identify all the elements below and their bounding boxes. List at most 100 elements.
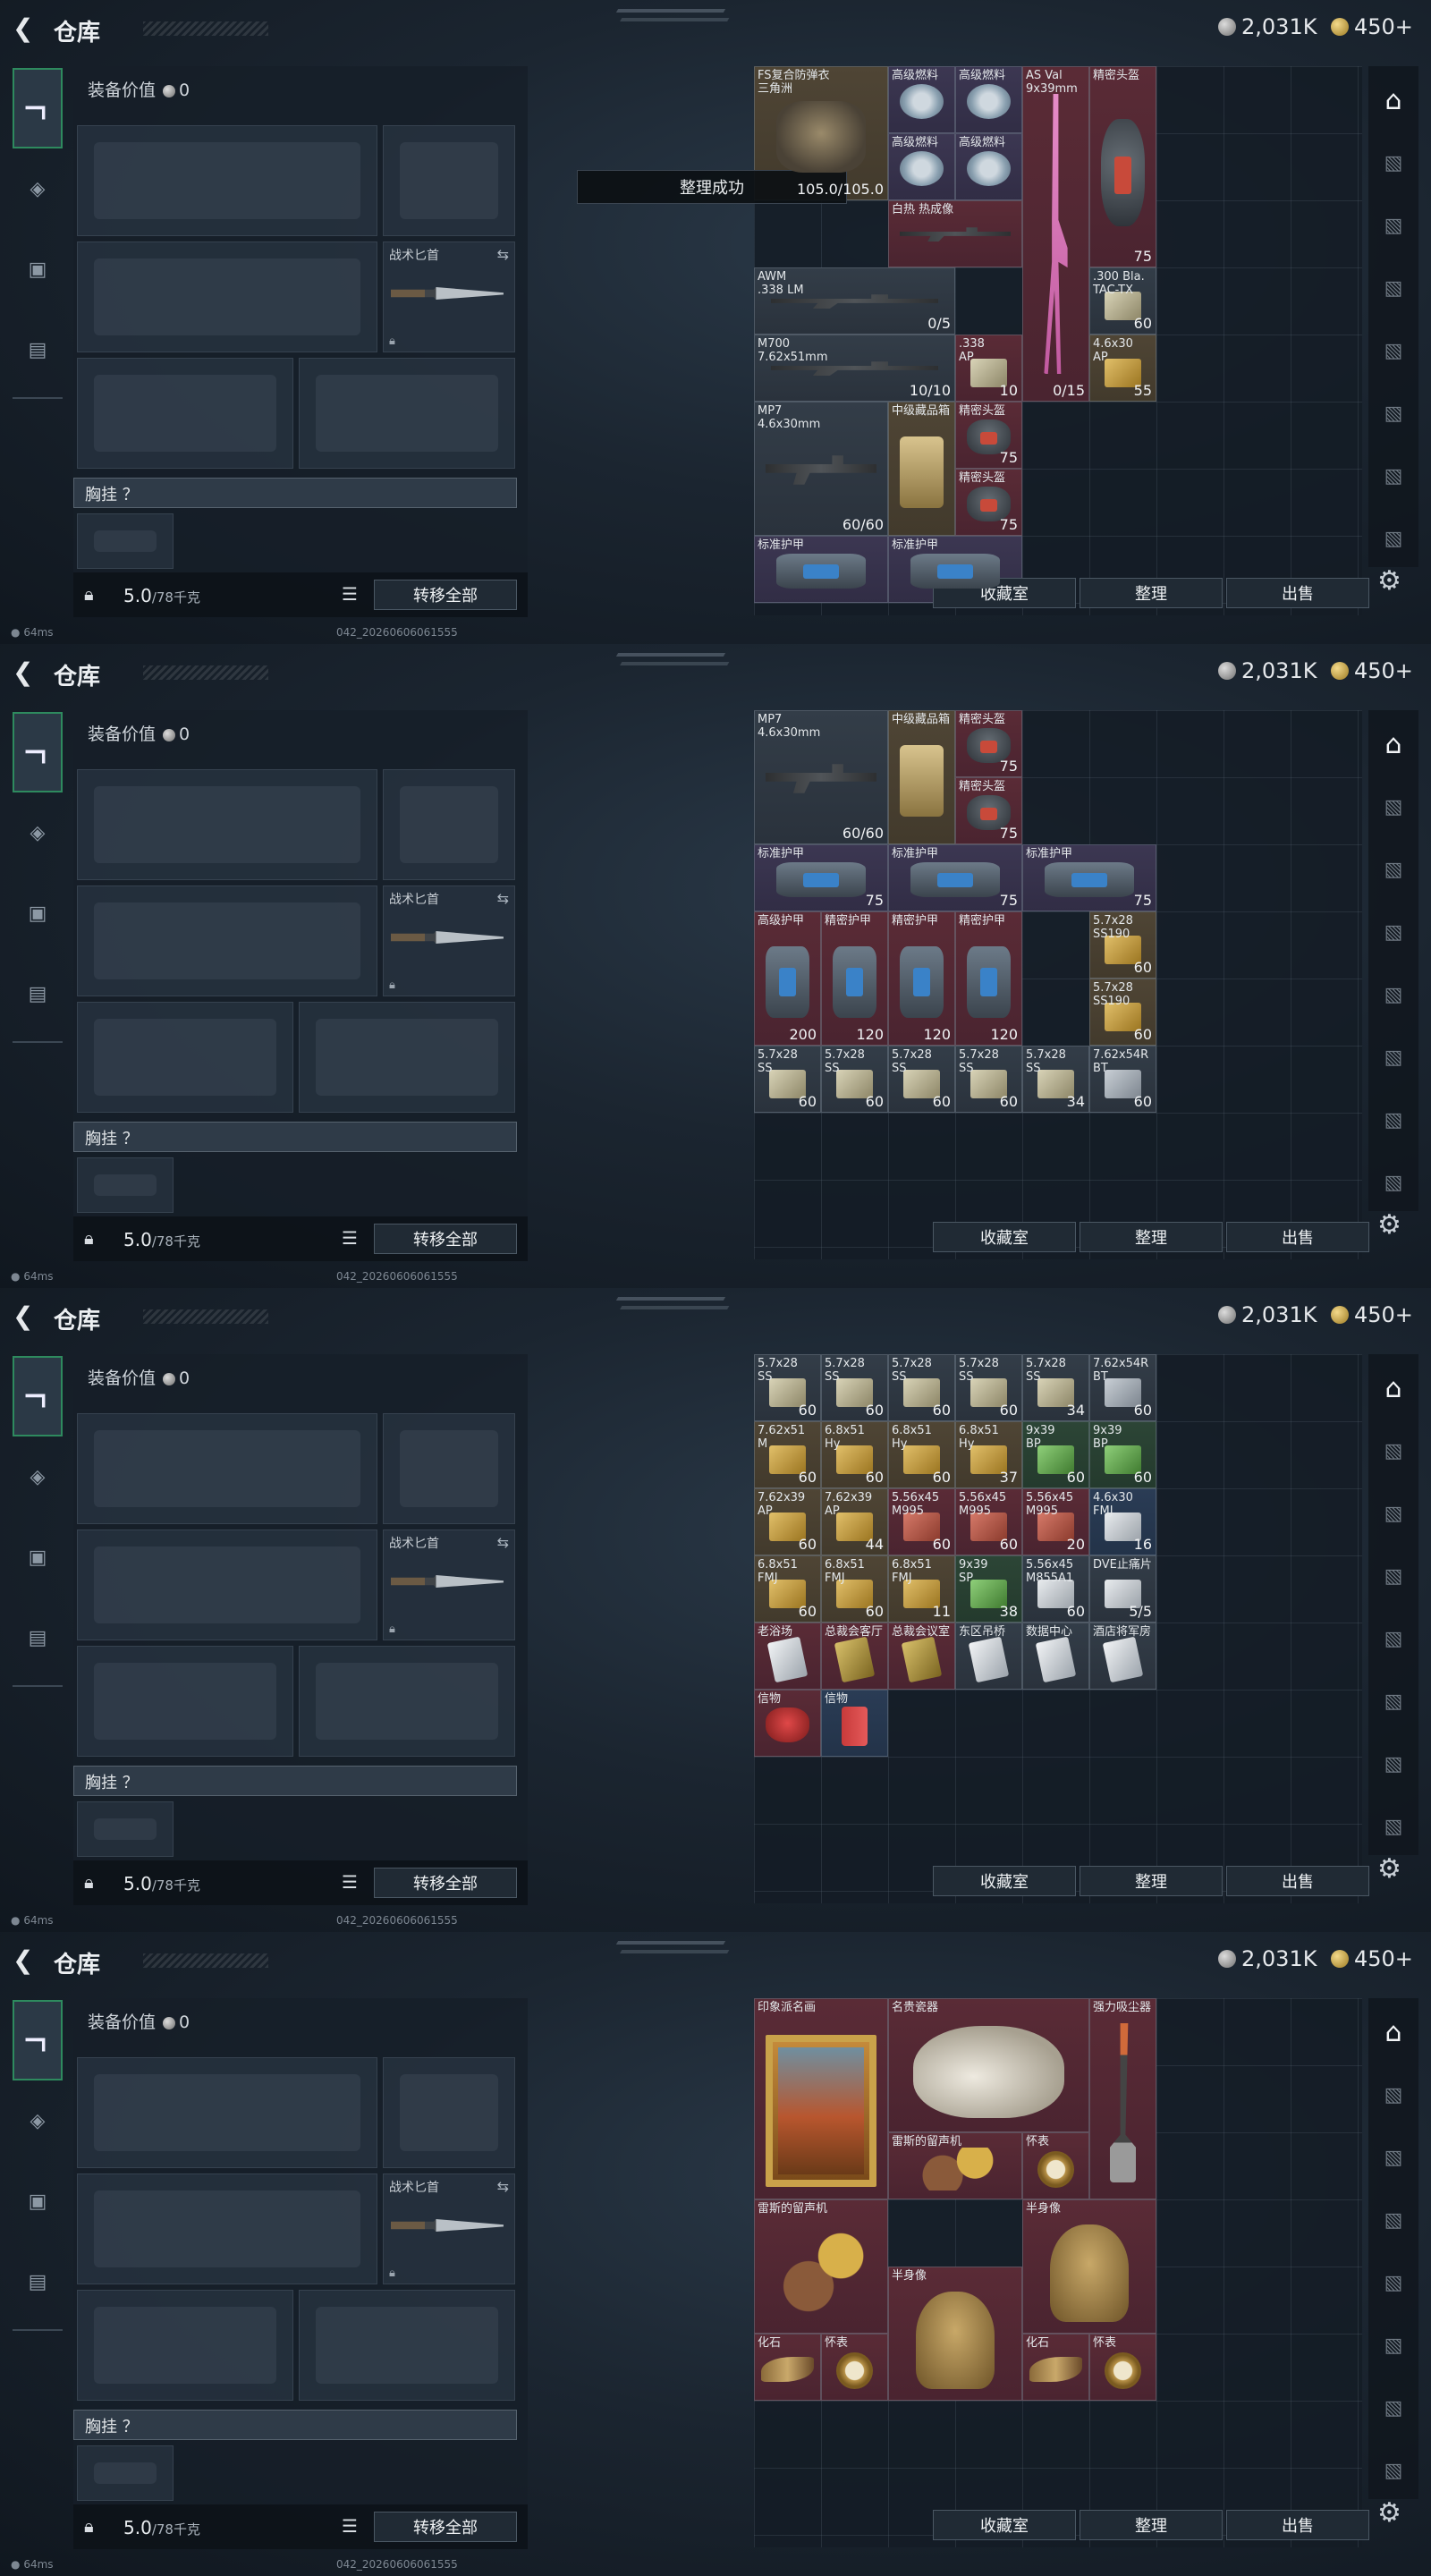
stash-page-icon[interactable]: ▧ xyxy=(1372,1161,1415,1204)
stash-item[interactable]: 高级燃料 xyxy=(888,133,955,200)
stash-item[interactable]: 信物 xyxy=(821,1690,888,1757)
stash-item[interactable]: 雷斯的留声机 xyxy=(754,2199,888,2334)
armor-slot[interactable] xyxy=(299,2290,515,2401)
chest-rig-slot[interactable]: 胸挂 ？ xyxy=(73,478,517,508)
stash-item[interactable]: 5.7x28 SS 60 xyxy=(754,1354,821,1421)
helmet-slot[interactable] xyxy=(77,1002,293,1113)
backpack-slot[interactable] xyxy=(77,513,174,569)
stash-item[interactable]: 5.56x45 M855A1 60 xyxy=(1022,1555,1089,1623)
warehouse-nav-icon[interactable]: ⌂ xyxy=(1372,723,1415,766)
stash-item[interactable]: M700 7.62x51mm 10/10 xyxy=(754,335,955,402)
stash-item[interactable]: 数据中心 xyxy=(1022,1623,1089,1690)
stash-page-icon[interactable]: ▧ xyxy=(1372,2386,1415,2429)
stash-grid-panel[interactable]: MP7 4.6x30mm 60/60 中级藏品箱 精密头盔 75 精密头盔 75 标准护甲 75… xyxy=(754,710,1362,1259)
stash-item[interactable]: 怀表 xyxy=(821,2334,888,2401)
pistol-slot[interactable] xyxy=(383,125,515,236)
stash-page-icon[interactable]: ▧ xyxy=(1372,2449,1415,2492)
stash-item[interactable]: 7.62x51 M 60 xyxy=(754,1421,821,1488)
stash-page-icon[interactable]: ▧ xyxy=(1372,2136,1415,2179)
knife-slot[interactable]: 战术匕首 ⇆ 🔒︎ xyxy=(383,1530,515,1640)
silver-currency[interactable]: 2,031K xyxy=(1218,1302,1317,1327)
armor-tab-icon[interactable]: ◈ xyxy=(13,1436,63,1517)
stash-item[interactable]: 精密护甲 120 xyxy=(955,911,1022,1046)
backpack-slot[interactable] xyxy=(77,1157,174,1213)
primary-weapon-slot[interactable] xyxy=(77,125,377,236)
stash-item[interactable]: 精密头盔 75 xyxy=(955,710,1022,777)
transfer-all-button[interactable]: 转移全部 xyxy=(374,1224,517,1254)
stash-item[interactable]: 5.56x45 M995 60 xyxy=(888,1488,955,1555)
sell-button[interactable]: 出售 xyxy=(1226,1222,1369,1252)
stash-page-icon[interactable]: ▧ xyxy=(1372,1742,1415,1785)
chest-rig-slot[interactable]: 胸挂 ？ xyxy=(73,1122,517,1152)
sort-button[interactable]: 整理 xyxy=(1080,2510,1223,2540)
stash-grid-panel[interactable]: 5.7x28 SS 60 5.7x28 SS 60 5.7x28 SS 60 5.7x28 … xyxy=(754,1354,1362,1903)
stash-item[interactable]: 中级藏品箱 xyxy=(888,710,955,844)
stash-item[interactable]: 高级护甲 200 xyxy=(754,911,821,1046)
stash-item[interactable]: 标准护甲 75 xyxy=(1022,844,1156,911)
backpack-tab-icon[interactable]: ▣ xyxy=(13,229,63,309)
stash-page-icon[interactable]: ▧ xyxy=(1372,1617,1415,1660)
stash-item[interactable]: 5.7x28 SS 60 xyxy=(888,1354,955,1421)
briefcase-tab-icon[interactable]: ▤ xyxy=(13,309,63,390)
backpack-tab-icon[interactable]: ▣ xyxy=(13,873,63,953)
weapon-tab-icon[interactable]: ━┓ xyxy=(13,712,63,792)
armor-slot[interactable] xyxy=(299,1002,515,1113)
stash-item[interactable]: 5.7x28 SS 60 xyxy=(821,1354,888,1421)
knife-slot[interactable]: 战术匕首 ⇆ 🔒︎ xyxy=(383,242,515,352)
stash-item[interactable]: 5.7x28 SS 34 xyxy=(1022,1354,1089,1421)
stash-item[interactable]: 9x39 SP 38 xyxy=(955,1555,1022,1623)
stash-item[interactable]: 9x39 BP 60 xyxy=(1022,1421,1089,1488)
stash-item[interactable]: 9x39 BP 60 xyxy=(1089,1421,1156,1488)
stash-item[interactable]: 5.56x45 M995 20 xyxy=(1022,1488,1089,1555)
stash-item[interactable]: 化石 xyxy=(754,2334,821,2401)
swap-icon[interactable]: ⇆ xyxy=(497,890,509,907)
stash-item[interactable]: 精密护甲 120 xyxy=(888,911,955,1046)
stash-item[interactable]: 总裁会客厅 xyxy=(821,1623,888,1690)
collection-room-button[interactable]: 收藏室 xyxy=(933,1866,1076,1896)
stash-item[interactable]: AWM .338 LM 0/5 xyxy=(754,267,955,335)
warehouse-nav-icon[interactable]: ⌂ xyxy=(1372,79,1415,122)
gold-currency[interactable]: 450+ xyxy=(1331,1946,1413,1971)
stash-grid-panel[interactable]: FS复合防弹衣 三角洲 105.0/105.0 高级燃料 高级燃料 AS Val 9x3… xyxy=(754,66,1362,615)
stash-item[interactable]: 5.7x28 SS 60 xyxy=(821,1046,888,1113)
sell-button[interactable]: 出售 xyxy=(1226,1866,1369,1896)
stash-item[interactable]: 高级燃料 xyxy=(955,66,1022,133)
back-arrow-icon[interactable]: ❮ xyxy=(13,16,33,41)
stash-item[interactable]: 6.8x51 Hy 60 xyxy=(821,1421,888,1488)
stash-item[interactable]: 信物 xyxy=(754,1690,821,1757)
stash-page-icon[interactable]: ▧ xyxy=(1372,1036,1415,1079)
stash-item[interactable]: 5.7x28 SS 60 xyxy=(955,1354,1022,1421)
stash-page-icon[interactable]: ▧ xyxy=(1372,848,1415,891)
stash-page-icon[interactable]: ▧ xyxy=(1372,785,1415,828)
stash-item[interactable]: 白热 热成像 xyxy=(888,200,1022,267)
backpack-slot[interactable] xyxy=(77,2445,174,2501)
stash-item[interactable]: 5.7x28 SS 60 xyxy=(888,1046,955,1113)
backpack-tab-icon[interactable]: ▣ xyxy=(13,2161,63,2241)
armor-slot[interactable] xyxy=(299,358,515,469)
stash-page-icon[interactable]: ▧ xyxy=(1372,1555,1415,1597)
sort-button[interactable]: 整理 xyxy=(1080,578,1223,608)
stash-item[interactable]: 7.62x39 AP 60 xyxy=(754,1488,821,1555)
back-arrow-icon[interactable]: ❮ xyxy=(13,1304,33,1329)
stash-item[interactable]: 半身像 xyxy=(1022,2199,1156,2334)
silver-currency[interactable]: 2,031K xyxy=(1218,658,1317,683)
chest-rig-slot[interactable]: 胸挂 ？ xyxy=(73,2410,517,2440)
list-icon[interactable]: ☰ xyxy=(342,583,358,605)
stash-page-icon[interactable]: ▧ xyxy=(1372,2324,1415,2367)
back-arrow-icon[interactable]: ❮ xyxy=(13,1948,33,1973)
stash-item[interactable]: 7.62x54R BT 60 xyxy=(1089,1354,1156,1421)
knife-slot[interactable]: 战术匕首 ⇆ 🔒︎ xyxy=(383,886,515,996)
transfer-all-button[interactable]: 转移全部 xyxy=(374,1868,517,1898)
briefcase-tab-icon[interactable]: ▤ xyxy=(13,953,63,1034)
stash-page-icon[interactable]: ▧ xyxy=(1372,141,1415,184)
stash-item[interactable]: 5.7x28 SS190 60 xyxy=(1089,979,1156,1046)
stash-item[interactable]: 5.7x28 SS 60 xyxy=(754,1046,821,1113)
stash-item[interactable]: 东区吊桥 xyxy=(955,1623,1022,1690)
swap-icon[interactable]: ⇆ xyxy=(497,246,509,263)
gear-icon[interactable]: ⚙ xyxy=(1377,2497,1401,2529)
stash-item[interactable]: 怀表 xyxy=(1089,2334,1156,2401)
pistol-slot[interactable] xyxy=(383,769,515,880)
stash-item[interactable]: 5.7x28 SS 34 xyxy=(1022,1046,1089,1113)
stash-item[interactable]: 名贵瓷器 xyxy=(888,1998,1089,2132)
stash-page-icon[interactable]: ▧ xyxy=(1372,1805,1415,1848)
